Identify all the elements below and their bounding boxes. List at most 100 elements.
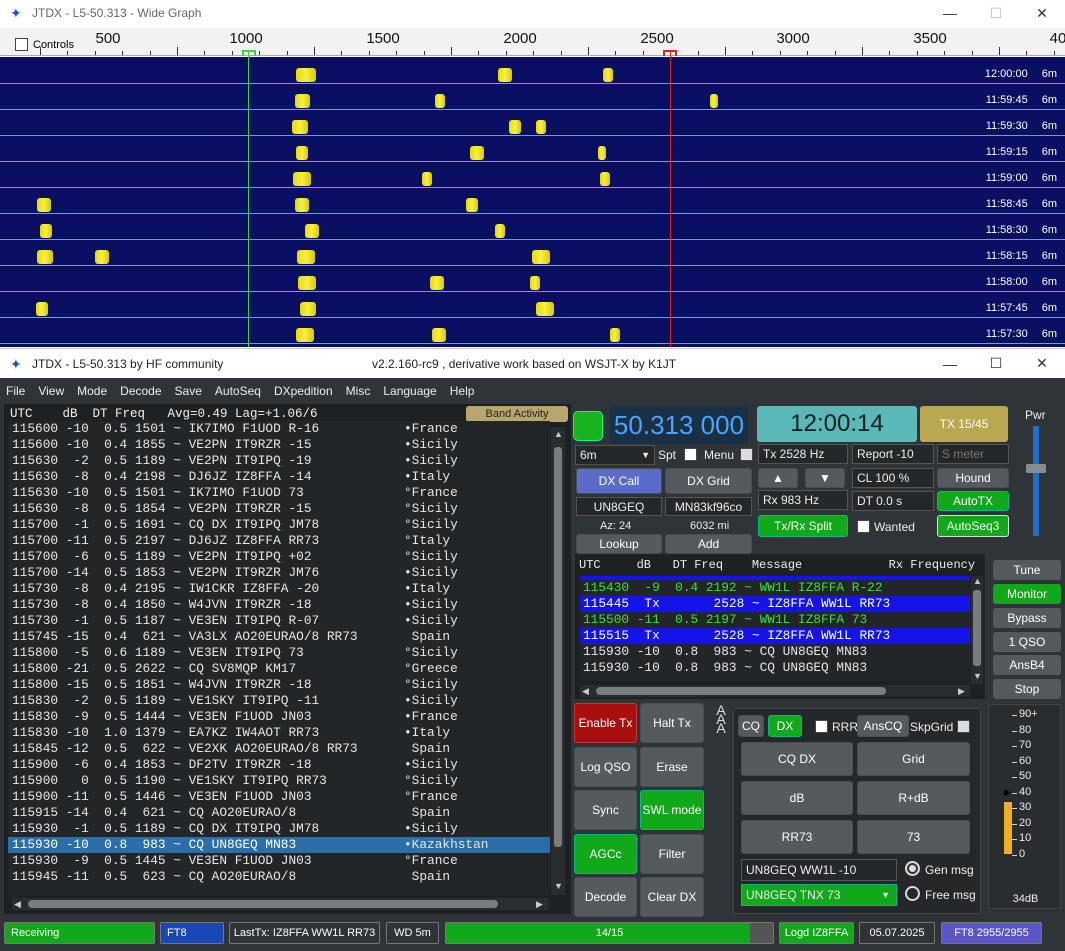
hound-button[interactable]: Hound [937,468,1009,488]
decode-row[interactable]: 115700 -6 0.5 1189 ~ VE2PN IT9IPQ +02 °Si… [8,549,550,565]
maximize-icon[interactable]: ☐ [973,5,1019,22]
decode-row[interactable]: 115830 -2 0.5 1189 ~ VE1SKY IT9IPQ -11 •S… [8,693,550,709]
cq-dx-button[interactable]: CQ DX [741,742,853,776]
scroll-up-icon[interactable]: ▲ [554,429,563,439]
decode-row[interactable]: 115745 -15 0.4 621 ~ VA3LX AO20EURAO/8 R… [8,629,550,645]
wanted-checkbox[interactable] [857,520,870,533]
enable-tx-button[interactable]: Enable Tx [574,703,637,743]
qso-row[interactable]: 115500 -11 0.5 2197 ~ WW1L IZ8FFA 73 [580,612,970,628]
dx-call-button[interactable]: DX Call [576,468,662,494]
scroll-right-icon[interactable]: ▶ [958,686,965,697]
rrr-checkbox[interactable] [815,720,828,733]
decode-row[interactable]: 115930 -9 0.5 1445 ~ VE3EN F1UOD JN03 °Fr… [8,853,550,869]
dx-grid-button[interactable]: DX Grid [665,468,752,494]
menu-item-help[interactable]: Help [450,384,475,398]
menu-item-mode[interactable]: Mode [77,384,107,398]
decode-row[interactable]: 115915 -14 0.4 621 ~ CQ AO20EURAO/8 Spai… [8,805,550,821]
report-spinbox[interactable]: Report -10 [852,444,934,464]
dt-spinbox[interactable]: DT 0.0 s [852,491,934,511]
menu-item-dxpedition[interactable]: DXpedition [274,384,333,398]
decode-row[interactable]: 115800 -21 0.5 2622 ~ CQ SV8MQP KM17 °Gre… [8,661,550,677]
qso-row[interactable]: 115445 Tx 2528 ~ IZ8FFA WW1L RR73 [580,596,970,612]
decode-row[interactable]: 115945 -11 0.5 623 ~ CQ AO20EURAO/8 Spai… [8,869,550,885]
rx-frequency-spinbox[interactable]: Rx 983 Hz [758,490,848,510]
free-msg-select[interactable]: UN8GEQ TNX 73 ▼ [741,884,897,906]
db-button[interactable]: dB [741,781,853,815]
decode-row[interactable]: 115900 -11 0.5 1446 ~ VE3EN F1UOD JN03 °F… [8,789,550,805]
decode-row[interactable]: 115900 -6 0.4 1853 ~ DF2TV IT9RZR -18 •Si… [8,757,550,773]
autotx-button[interactable]: AutoTX [937,491,1009,511]
decode-row[interactable]: 115700 -1 0.5 1691 ~ CQ DX IT9IPQ JM78 °S… [8,517,550,533]
minimize-icon[interactable]: — [927,356,973,372]
log-qso-button[interactable]: Log QSO [574,747,637,787]
qso-row[interactable]: 115430 -9 0.4 2192 ~ WW1L IZ8FFA R-22 [580,580,970,596]
waterfall-display[interactable]: 12:00:00 6m 11:59:45 6m 11:59:30 6m 11:59:15 6m… [0,57,1065,347]
tx-up-button[interactable]: ▲ [758,468,798,488]
lookup-button[interactable]: Lookup [576,534,662,554]
decode-hscroll[interactable]: ◀ ▶ [12,898,548,910]
tx-period-button[interactable]: TX 15/45 [920,406,1008,442]
qso-row[interactable]: 115515 Tx 2528 ~ IZ8FFA WW1L RR73 [580,628,970,644]
clear-dx-button[interactable]: Clear DX [640,877,704,917]
filter-button[interactable]: Filter [640,834,704,874]
rx-frequency-marker[interactable] [248,50,249,347]
menu-item-view[interactable]: View [38,384,64,398]
decode-row[interactable]: 115630 -8 0.4 2198 ~ DJ6JZ IZ8FFA -14 •It… [8,469,550,485]
qso-vscroll-thumb[interactable] [973,590,981,666]
r-db-button[interactable]: R+dB [857,781,970,815]
decode-vscroll-thumb[interactable] [554,447,562,847]
menu-item-save[interactable]: Save [175,384,202,398]
decode-row[interactable]: 115830 -10 1.0 1379 ~ EA7KZ IW4AOT RR73 •… [8,725,550,741]
cl-spinbox[interactable]: CL 100 % [852,468,934,488]
decode-row[interactable]: 115930 -10 0.8 983 ~ CQ UN8GEQ MN83 •Kaza… [8,837,550,853]
decode-button[interactable]: Decode [574,877,637,917]
tx-frequency-spinbox[interactable]: Tx 2528 Hz [758,444,848,464]
spt-checkbox[interactable] [684,448,697,461]
tx-frequency-marker[interactable] [670,50,671,347]
decode-vscroll[interactable]: ▲ ▼ [551,427,565,895]
add-button[interactable]: Add [665,534,752,554]
qso-row[interactable]: 115930 -10 0.8 983 ~ CQ UN8GEQ MN83 [580,644,970,660]
menu-item-language[interactable]: Language [383,384,436,398]
erase-button[interactable]: Erase [640,747,704,787]
free-msg-radio[interactable] [905,886,920,901]
frequency-scale[interactable]: 500 1000 1500 2000 2500 3000 3500 40 [0,28,1065,56]
minimize-icon[interactable]: — [927,5,973,21]
menu-item-file[interactable]: File [6,384,25,398]
decode-row[interactable]: 115630 -8 0.5 1854 ~ VE2PN IT9RZR -15 °Si… [8,501,550,517]
decode-row[interactable]: 115700 -11 0.5 2197 ~ DJ6JZ IZ8FFA RR73 °… [8,533,550,549]
decode-row[interactable]: 115700 -14 0.5 1853 ~ VE2PN IT9RZR JM76 •… [8,565,550,581]
ansb4-button[interactable]: AnsB4 [993,655,1061,675]
bypass-button[interactable]: Bypass [993,608,1061,628]
cq-button[interactable]: CQ [738,715,764,737]
monitor-button[interactable]: Monitor [993,584,1061,604]
stop-button[interactable]: Stop [993,679,1061,699]
decode-row[interactable]: 115730 -1 0.5 1187 ~ VE3EN IT9IPQ R-07 •S… [8,613,550,629]
decode-hscroll-thumb[interactable] [28,900,498,908]
1-qso-button[interactable]: 1 QSO [993,632,1061,652]
autoseq3-button[interactable]: AutoSeq3 [937,515,1009,537]
power-slider-track[interactable] [1033,426,1039,536]
controls-checkbox[interactable]: Controls [15,38,74,51]
anscq-button[interactable]: AnsCQ [857,715,909,737]
qso-vscroll[interactable]: ▲ ▼ [971,576,983,684]
gen-msg-radio[interactable] [905,861,920,876]
scroll-left-icon[interactable]: ◀ [582,686,589,697]
power-slider-handle[interactable] [1026,464,1046,473]
decode-row[interactable]: 115830 -9 0.5 1444 ~ VE3EN F1UOD JN03 •Fr… [8,709,550,725]
tx-rx-split-button[interactable]: Tx/Rx Split [758,515,848,537]
scroll-up-icon[interactable]: ▲ [973,576,982,586]
qso-hscroll-thumb[interactable] [596,687,886,695]
menu-item-decode[interactable]: Decode [120,384,161,398]
decode-row[interactable]: 115930 -1 0.5 1189 ~ CQ DX IT9IPQ JM78 •S… [8,821,550,837]
decode-row[interactable]: 115630 -2 0.5 1189 ~ VE2PN IT9IPQ -19 •Si… [8,453,550,469]
agcc-button[interactable]: AGCc [574,834,637,874]
decode-row[interactable]: 115800 -15 0.5 1851 ~ W4JVN IT9RZR -18 °S… [8,677,550,693]
scroll-right-icon[interactable]: ▶ [536,899,543,910]
menu-item-autoseq[interactable]: AutoSeq [215,384,261,398]
dx-grid-field[interactable]: MN83kf96co [665,497,752,516]
dx-call-field[interactable]: UN8GEQ [576,497,662,516]
gen-msg-field[interactable]: UN8GEQ WW1L -10 [741,859,897,881]
decode-row[interactable]: 115845 -12 0.5 622 ~ VE2XK AO20EURAO/8 R… [8,741,550,757]
skpgrid-checkbox[interactable] [957,720,970,733]
